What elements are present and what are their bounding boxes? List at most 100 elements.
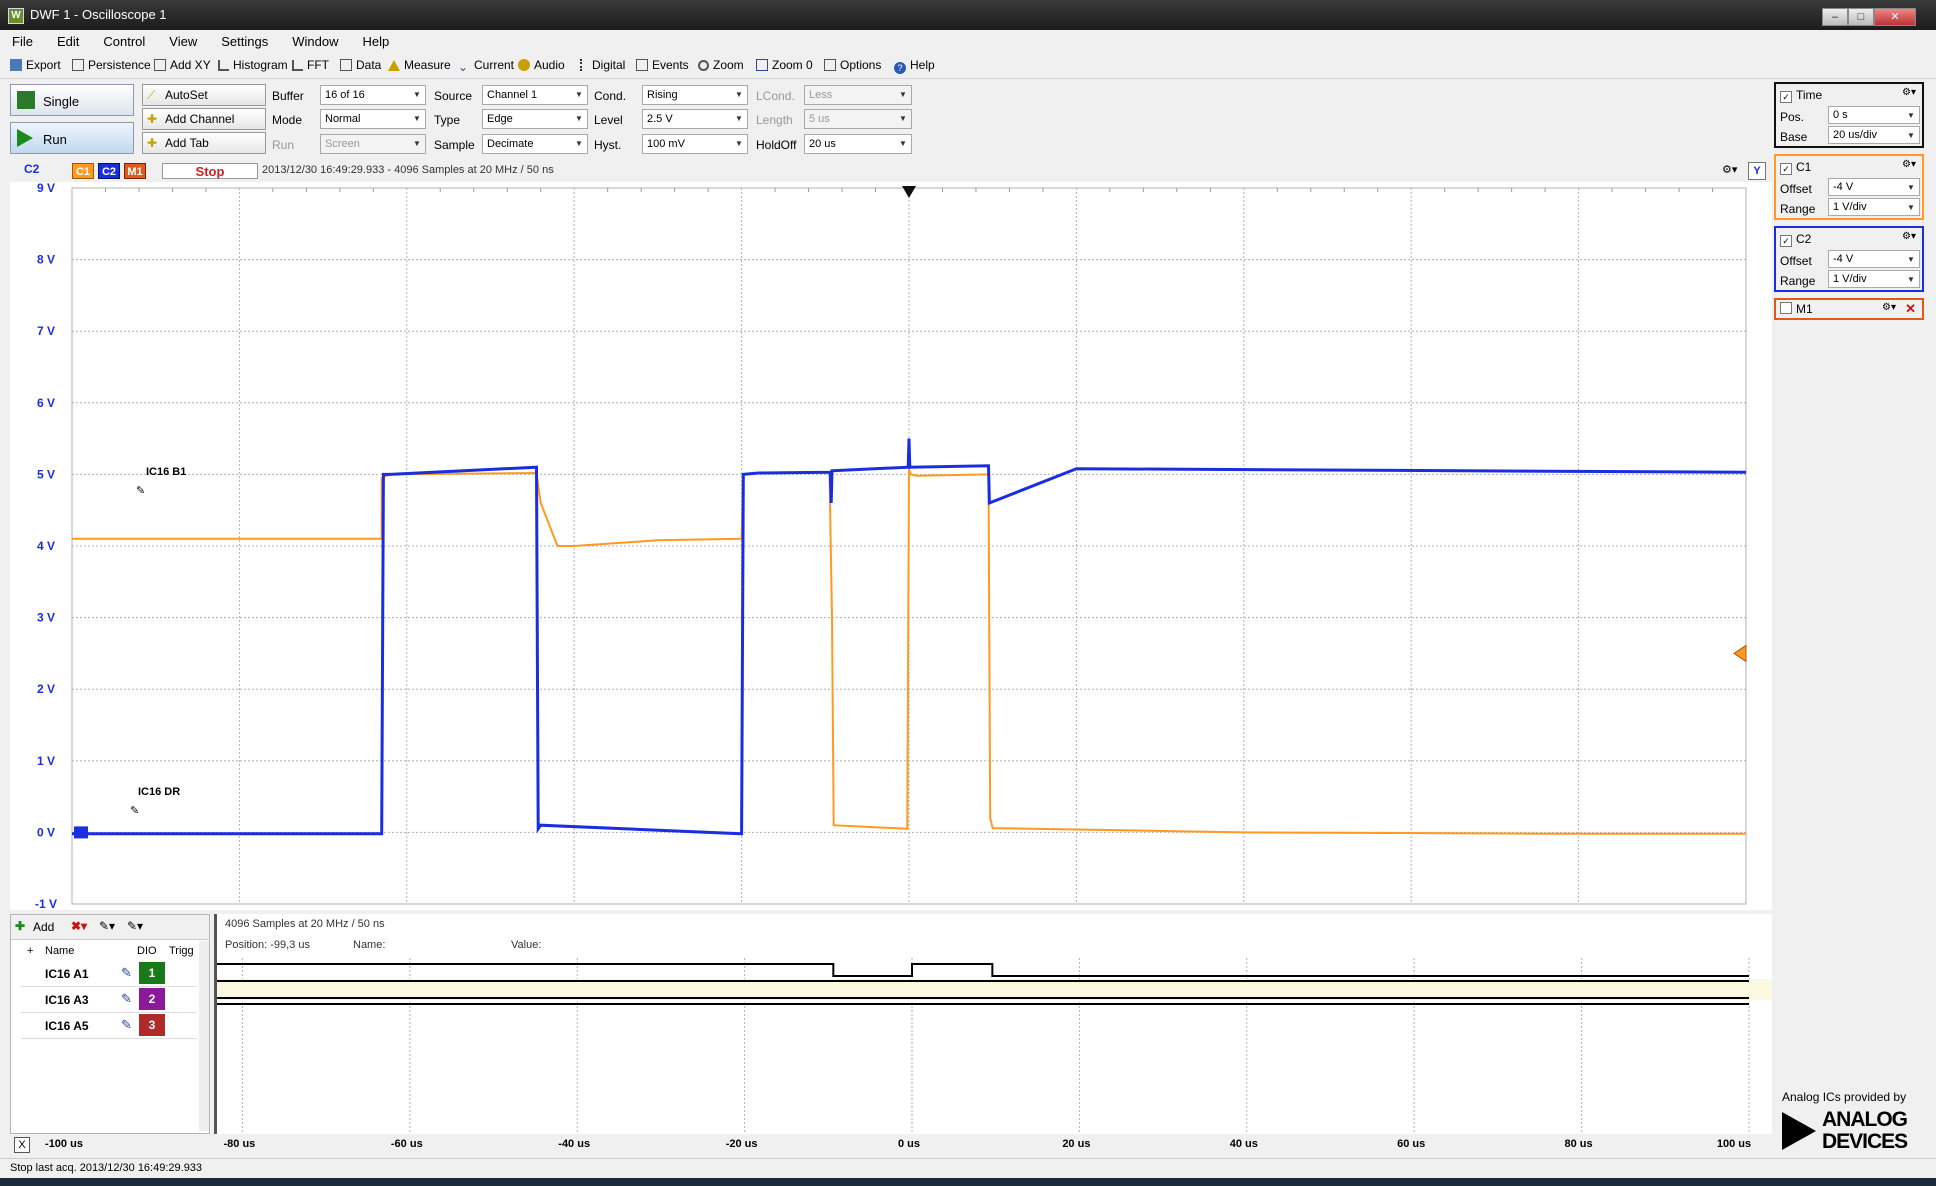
fft-button[interactable]: FFT xyxy=(292,58,329,72)
time-checkbox[interactable]: ✓ xyxy=(1780,91,1792,103)
level-input[interactable]: 2.5 V ▼ xyxy=(642,109,748,129)
y-tick-label: 7 V xyxy=(37,324,55,338)
pos-input[interactable]: 0 s ▼ xyxy=(1828,106,1920,124)
m1-tag[interactable]: M1 xyxy=(124,163,146,179)
edit-pencil-icon[interactable]: ✎ xyxy=(121,965,132,981)
digital-button[interactable]: Digital xyxy=(580,58,625,72)
edit-pencil-icon[interactable]: ✎ xyxy=(121,991,132,1007)
chevron-down-icon: ▼ xyxy=(1907,203,1915,212)
add-tab-button[interactable]: ✚ Add Tab xyxy=(142,132,266,154)
delete-icon[interactable]: ✖▾ xyxy=(71,919,87,933)
menu-help[interactable]: Help xyxy=(350,30,401,49)
scope-plot[interactable]: 9 V 8 V 7 V 6 V 5 V 4 V 3 V 2 V 1 V 0 V -1 V IC16 … xyxy=(10,181,1772,911)
c1-tag[interactable]: C1 xyxy=(72,163,94,179)
menu-edit[interactable]: Edit xyxy=(45,30,91,49)
options-icon xyxy=(824,59,836,71)
logic-row[interactable]: IC16 A1 ✎ 1 xyxy=(21,961,197,987)
pin-icon[interactable]: ✎ xyxy=(130,804,139,817)
run-mode-select[interactable]: Screen ▼ xyxy=(320,134,426,154)
lcond-select[interactable]: Less ▼ xyxy=(804,85,912,105)
c2-offset-input[interactable]: -4 V ▼ xyxy=(1828,250,1920,268)
menu-bar: File Edit Control View Settings Window Help xyxy=(0,30,1936,52)
zoom-button[interactable]: Zoom xyxy=(698,58,744,72)
c2-checkbox[interactable]: ✓ xyxy=(1780,235,1792,247)
settings-icon[interactable]: ⚙▾ xyxy=(1902,231,1916,242)
cond-label: Cond. xyxy=(594,89,627,103)
cond-select[interactable]: Rising ▼ xyxy=(642,85,748,105)
x-tick-label: -80 us xyxy=(223,1138,256,1150)
run-mode-value: Screen xyxy=(325,138,360,150)
persistence-button[interactable]: Persistence xyxy=(72,58,151,72)
help-button[interactable]: ? Help xyxy=(894,58,935,74)
control-panel: Single Run ⟋ AutoSet ✚ Add Channel ✚ Add Ta… xyxy=(10,82,918,158)
autoset-button[interactable]: ⟋ AutoSet xyxy=(142,84,266,106)
data-button[interactable]: Data xyxy=(340,58,381,72)
adi-brand-1: ANALOG xyxy=(1822,1108,1908,1131)
close-button[interactable]: ✕ xyxy=(1874,8,1916,26)
chevron-down-icon: ▼ xyxy=(735,114,743,123)
logic-row[interactable]: IC16 A3 ✎ 2 xyxy=(21,987,197,1013)
lcond-label: LCond. xyxy=(756,89,795,103)
c1-checkbox[interactable]: ✓ xyxy=(1780,163,1792,175)
scope-chart: 9 V 8 V 7 V 6 V 5 V 4 V 3 V 2 V 1 V 0 V -1 V xyxy=(35,181,1747,911)
add-icon[interactable]: ✚ xyxy=(15,919,25,933)
minimize-button[interactable]: – xyxy=(1822,8,1848,26)
logic-add-button[interactable]: Add xyxy=(33,920,54,934)
menu-file[interactable]: File xyxy=(0,30,45,49)
m1-checkbox[interactable] xyxy=(1780,302,1792,314)
settings-icon[interactable]: ⚙▾ xyxy=(1902,159,1916,170)
edit-icon[interactable]: ✎▾ xyxy=(99,919,115,933)
run-button[interactable]: Run xyxy=(10,122,134,154)
sample-select[interactable]: Decimate ▼ xyxy=(482,134,588,154)
length-input[interactable]: 5 us ▼ xyxy=(804,109,912,129)
holdoff-input[interactable]: 20 us ▼ xyxy=(804,134,912,154)
source-select[interactable]: Channel 1 ▼ xyxy=(482,85,588,105)
export-button[interactable]: Export xyxy=(10,58,61,72)
measure-button[interactable]: Measure xyxy=(388,58,451,72)
buffer-select[interactable]: 16 of 16 ▼ xyxy=(320,85,426,105)
remove-icon[interactable]: ✕ xyxy=(1905,301,1916,317)
y-axis-button[interactable]: Y xyxy=(1748,162,1766,180)
settings-icon[interactable]: ⚙▾ xyxy=(1902,87,1916,98)
histogram-button[interactable]: Histogram xyxy=(218,58,288,72)
logic-row[interactable]: IC16 A5 ✎ 3 xyxy=(21,1013,197,1039)
add-channel-button[interactable]: ✚ Add Channel xyxy=(142,108,266,130)
menu-window[interactable]: Window xyxy=(280,30,350,49)
logic-scrollbar[interactable] xyxy=(199,941,209,1131)
m1-panel: M1 ⚙▾ ✕ xyxy=(1774,298,1924,320)
c1-offset-input[interactable]: -4 V ▼ xyxy=(1828,178,1920,196)
y-tick-label: 5 V xyxy=(37,467,55,481)
add-xy-button[interactable]: Add XY xyxy=(154,58,211,72)
zoom-0-button[interactable]: Zoom 0 xyxy=(756,58,813,72)
type-select[interactable]: Edge ▼ xyxy=(482,109,588,129)
c2-tag[interactable]: C2 xyxy=(98,163,120,179)
y-tick-label: 0 V xyxy=(37,825,55,839)
pin-icon[interactable]: ✎ xyxy=(136,484,145,497)
lcond-value: Less xyxy=(809,89,833,101)
hyst-input[interactable]: 100 mV ▼ xyxy=(642,134,748,154)
menu-view[interactable]: View xyxy=(157,30,209,49)
time-title: Time xyxy=(1796,88,1823,102)
menu-control[interactable]: Control xyxy=(91,30,157,49)
settings-icon[interactable]: ⚙▾ xyxy=(1882,302,1896,313)
single-button[interactable]: Single xyxy=(10,84,134,116)
settings-icon[interactable]: ⚙▾ xyxy=(1722,163,1737,176)
edit-all-icon[interactable]: ✎▾ xyxy=(127,919,143,933)
c1-range-select[interactable]: 1 V/div ▼ xyxy=(1828,198,1920,216)
events-label: Events xyxy=(652,58,689,72)
edit-pencil-icon[interactable]: ✎ xyxy=(121,1017,132,1033)
mode-select[interactable]: Normal ▼ xyxy=(320,109,426,129)
options-button[interactable]: Options xyxy=(824,58,881,72)
y-tick-label: -1 V xyxy=(35,897,57,910)
maximize-button[interactable]: □ xyxy=(1848,8,1874,26)
logic-analyzer-view[interactable]: 4096 Samples at 20 MHz / 50 ns Position:… xyxy=(214,914,1772,1134)
c2-range-select[interactable]: 1 V/div ▼ xyxy=(1828,270,1920,288)
c1-offset-value: -4 V xyxy=(1833,181,1854,193)
data-icon xyxy=(340,59,352,71)
current-button[interactable]: ⌄ Current xyxy=(458,58,514,73)
menu-settings[interactable]: Settings xyxy=(209,30,280,49)
base-select[interactable]: 20 us/div ▼ xyxy=(1828,126,1920,144)
digital-label: Digital xyxy=(592,58,626,72)
audio-button[interactable]: Audio xyxy=(518,58,565,72)
events-button[interactable]: Events xyxy=(636,58,689,72)
